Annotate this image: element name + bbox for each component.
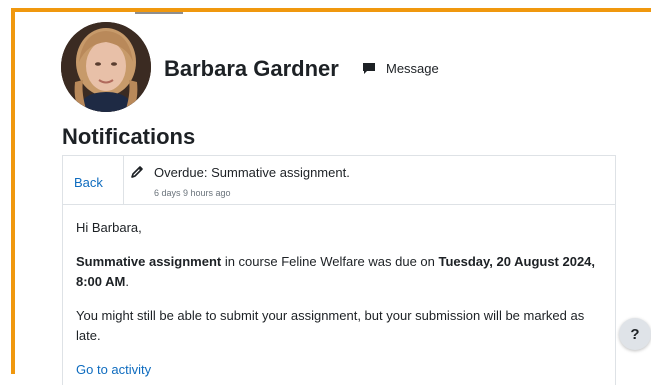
message-label: Message [386, 60, 439, 76]
back-link[interactable]: Back [74, 175, 103, 190]
course-text: in course Feline Welfare was due on [221, 254, 439, 269]
notification-card: Back Overdue: Summative assignment. 6 da… [62, 155, 616, 385]
frame-top-border [11, 8, 651, 12]
help-button[interactable]: ? [619, 318, 651, 350]
frame-left-border [11, 8, 15, 374]
avatar[interactable] [61, 22, 151, 112]
greeting-text: Hi Barbara, [76, 220, 142, 235]
due-paragraph: Summative assignment in course Feline We… [76, 252, 596, 292]
notification-time: 6 days 9 hours ago [154, 188, 231, 198]
late-paragraph: You might still be able to submit your a… [76, 308, 585, 343]
page-title: Notifications [62, 124, 196, 149]
profile-photo-icon [61, 22, 151, 112]
notification-subject: Overdue: Summative assignment. [154, 165, 350, 180]
notification-header: Back Overdue: Summative assignment. 6 da… [63, 156, 615, 205]
back-cell: Back [63, 156, 124, 204]
go-to-activity-link[interactable]: Go to activity [76, 362, 151, 377]
assignment-name: Summative assignment [76, 254, 222, 269]
notification-body: Hi Barbara, Summative assignment in cour… [76, 218, 596, 380]
chat-bubble-icon [363, 62, 375, 74]
assignment-icon [131, 166, 143, 178]
message-button[interactable]: Message [362, 58, 439, 78]
user-name: Barbara Gardner [164, 56, 339, 81]
due-suffix: . [125, 274, 129, 289]
tab-indicator [135, 12, 183, 14]
